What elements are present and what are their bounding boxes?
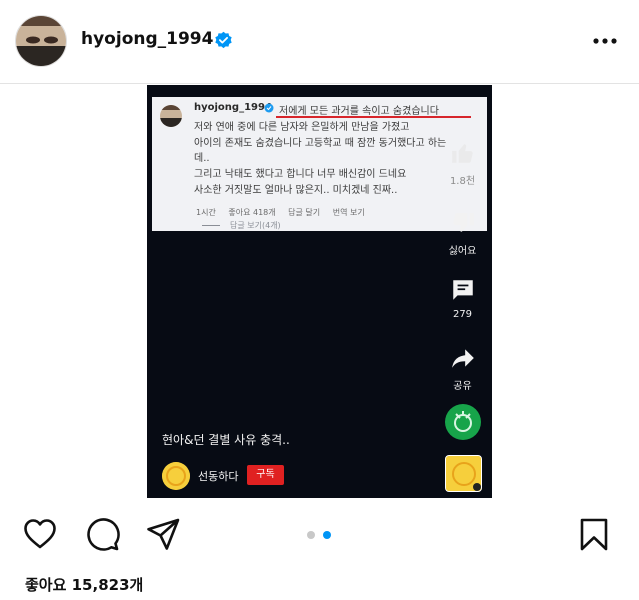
replies-label: 답글 보기(4개) [230, 221, 281, 230]
side-comment-button: 279 [435, 277, 490, 320]
carousel-dot-active [323, 531, 331, 539]
dislike-label: 싫어요 [448, 246, 477, 257]
more-options-icon[interactable] [588, 30, 622, 52]
channel-name: 선동하다 [198, 470, 239, 483]
remix-button [435, 403, 490, 445]
comment-line: 데.. [194, 153, 210, 164]
view-replies: 답글 보기(4개) [202, 220, 281, 231]
translate-link: 번역 보기 [332, 208, 365, 217]
comment-line: 아이의 존재도 숨겼습니다 고등학교 때 잠깐 동거했다고 하는 [194, 138, 447, 149]
post-media[interactable]: hyojong_1994 저에게 모든 과거를 속이고 숨겼습니다 저와 연애 … [147, 85, 492, 498]
thumbs-up-icon [451, 144, 473, 163]
like-count-text[interactable]: 좋아요 15,823개 [25, 574, 143, 595]
thumbs-down-icon [452, 213, 474, 232]
carousel-dot [307, 531, 315, 539]
comment-line: 그리고 낙태도 했다고 합니다 너무 배신감이 드네요 [194, 169, 407, 180]
verified-badge-icon [264, 103, 274, 113]
replies-dash [202, 225, 220, 226]
bookmark-icon[interactable] [576, 516, 612, 552]
comment-count: 279 [452, 309, 473, 320]
share-label: 공유 [453, 381, 472, 392]
comment-line: 사소한 거짓말도 얼마나 많은지.. 미치겠네 진짜.. [194, 185, 398, 196]
video-caption: 현아&던 결별 사유 충격.. [162, 433, 290, 447]
channel-logo [445, 455, 482, 492]
channel-avatar [162, 462, 190, 490]
comment-meta: 1시간 좋아요 418개 답글 달기 번역 보기 [196, 207, 375, 218]
heart-icon[interactable] [22, 516, 58, 552]
subscribe-button: 구독 [247, 465, 284, 485]
side-share-button: 공유 [435, 345, 490, 392]
comment-icon[interactable] [84, 516, 120, 552]
avatar[interactable] [15, 15, 67, 67]
like-count: 1.8천 [449, 176, 476, 187]
side-like-button: 1.8천 [435, 140, 490, 187]
comment-line: 저에게 모든 과거를 속이고 숨겼습니다 [279, 106, 439, 117]
paper-plane-icon[interactable] [145, 516, 181, 552]
share-arrow-icon [451, 349, 474, 368]
comment-likes: 좋아요 418개 [228, 208, 276, 217]
reply-link: 답글 달기 [288, 208, 321, 217]
comment-avatar [160, 105, 182, 127]
remix-icon [444, 404, 481, 440]
comment-line: 저와 연애 중에 다른 남자와 은밀하게 만남을 가졌고 [194, 122, 410, 133]
comment-bubble-icon [452, 280, 473, 300]
comment-username: hyojong_1994 [194, 102, 272, 113]
username[interactable]: hyojong_1994 [81, 29, 213, 49]
post-header: hyojong_1994 [0, 0, 639, 84]
carousel-indicator [307, 531, 333, 539]
comment-time: 1시간 [196, 208, 216, 217]
side-dislike-button: 싫어요 [435, 210, 490, 257]
verified-badge-icon [215, 31, 232, 49]
